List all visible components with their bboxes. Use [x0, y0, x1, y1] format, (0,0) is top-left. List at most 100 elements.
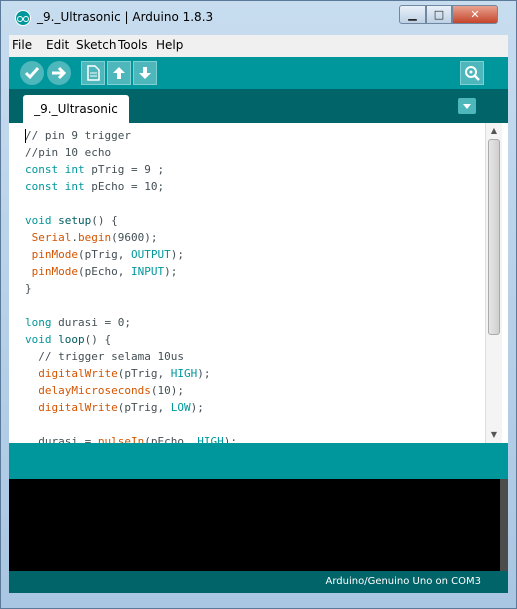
verify-button[interactable] — [20, 61, 44, 85]
code-line: Serial.begin(9600); — [25, 229, 237, 246]
new-sketch-button[interactable] — [81, 61, 105, 85]
arrow-up-icon — [113, 67, 125, 79]
scroll-down-arrow-icon[interactable]: ▼ — [489, 429, 499, 441]
code-token: //pin 10 echo — [25, 146, 112, 159]
code-line: // pin 9 trigger — [25, 127, 237, 144]
code-line: //pin 10 echo — [25, 144, 237, 161]
code-token: long — [25, 316, 52, 329]
arduino-window: _9._Ultrasonic | Arduino 1.8.3 ▁ □ ✕ Fil… — [0, 0, 517, 609]
code-line: digitalWrite(pTrig, HIGH); — [25, 365, 237, 382]
code-line: long durasi = 0; — [25, 314, 237, 331]
code-token: HIGH — [170, 367, 198, 380]
code-token: int — [64, 163, 85, 176]
toolbar — [9, 57, 508, 89]
code-token: setup — [58, 214, 92, 227]
code-line: void loop() { — [25, 331, 237, 348]
vertical-scrollbar[interactable]: ▲ ▼ — [485, 123, 502, 443]
save-sketch-button[interactable] — [133, 61, 157, 85]
menu-help[interactable]: Help — [156, 38, 183, 52]
close-button[interactable]: ✕ — [452, 5, 498, 24]
chevron-down-icon — [463, 104, 471, 109]
window-title: _9._Ultrasonic | Arduino 1.8.3 — [37, 10, 214, 24]
status-strip — [9, 443, 508, 479]
menu-bar: File Edit Sketch Tools Help — [9, 35, 508, 57]
code-token: Serial — [31, 231, 72, 244]
tab-sketch[interactable]: _9._Ultrasonic — [23, 95, 129, 123]
serial-monitor-button[interactable] — [460, 61, 484, 85]
title-bar[interactable]: _9._Ultrasonic | Arduino 1.8.3 ▁ □ ✕ — [1, 1, 516, 35]
code-token: (pEcho, — [77, 265, 131, 278]
code-token: const — [25, 180, 59, 193]
arduino-logo-icon — [15, 10, 31, 26]
code-line: pinMode(pEcho, INPUT); — [25, 263, 237, 280]
arrow-down-icon — [139, 67, 151, 79]
new-file-icon — [87, 65, 100, 81]
code-token: // pin 9 trigger — [25, 129, 131, 142]
code-token: void — [25, 214, 52, 227]
code-line: const int pEcho = 10; — [25, 178, 237, 195]
menu-file[interactable]: File — [12, 38, 32, 52]
code-token: durasi = 0; — [51, 316, 131, 329]
arrow-right-icon — [52, 66, 67, 80]
code-token: begin — [78, 231, 112, 244]
code-token: HIGH — [197, 435, 224, 443]
status-footer: Arduino/Genuino Uno on COM3 — [9, 571, 508, 593]
menu-tools[interactable]: Tools — [118, 38, 148, 52]
code-token: ); — [164, 265, 178, 278]
tab-menu-button[interactable] — [458, 98, 476, 114]
console-scroll-edge — [500, 479, 508, 571]
upload-button[interactable] — [47, 61, 71, 85]
code-token: delayMicroseconds — [38, 384, 151, 397]
code-line: digitalWrite(pTrig, LOW); — [25, 399, 237, 416]
checkmark-icon — [24, 67, 40, 80]
code-token: (pTrig, — [117, 401, 171, 414]
code-token: pulseIn — [97, 435, 145, 443]
code-editor[interactable]: // pin 9 trigger //pin 10 echo const int p… — [9, 123, 508, 443]
code-token: digitalWrite — [38, 367, 118, 380]
console-output[interactable] — [9, 479, 500, 571]
code-token: LOW — [170, 401, 191, 414]
code-text[interactable]: // pin 9 trigger //pin 10 echo const int p… — [25, 127, 237, 443]
code-token: (9600); — [111, 231, 158, 244]
code-token: durasi = — [25, 435, 98, 443]
board-port-label: Arduino/Genuino Uno on COM3 — [325, 576, 482, 587]
code-line: void setup() { — [25, 212, 237, 229]
editor-gutter — [9, 123, 23, 443]
code-token: int — [64, 180, 85, 193]
scrollbar-thumb[interactable] — [488, 139, 500, 335]
code-token: (pEcho, — [144, 435, 198, 443]
maximize-button[interactable]: □ — [426, 5, 452, 24]
code-token: () { — [91, 214, 118, 227]
menu-sketch[interactable]: Sketch — [76, 38, 116, 52]
menu-edit[interactable]: Edit — [46, 38, 69, 52]
code-line: // trigger selama 10us — [25, 348, 237, 365]
code-token: digitalWrite — [38, 401, 118, 414]
code-token: () { — [84, 333, 112, 346]
code-token: ); — [197, 367, 211, 380]
code-token: (10); — [150, 384, 184, 397]
scroll-up-arrow-icon[interactable]: ▲ — [489, 125, 499, 137]
code-token: // trigger selama 10us — [25, 350, 184, 363]
minimize-button[interactable]: ▁ — [399, 5, 426, 24]
magnifier-icon — [465, 66, 480, 81]
code-token: void — [25, 333, 52, 346]
code-line: const int pTrig = 9 ; — [25, 161, 237, 178]
code-token: INPUT — [130, 265, 165, 278]
code-token: pTrig = 9 ; — [84, 163, 165, 176]
text-cursor — [25, 129, 26, 143]
code-token: (pTrig, — [77, 248, 131, 261]
open-sketch-button[interactable] — [107, 61, 131, 85]
code-token: } — [25, 282, 32, 295]
code-token: loop — [58, 333, 85, 346]
code-line: durasi = pulseIn(pEcho, HIGH); — [25, 433, 237, 443]
code-token: pEcho = 10; — [84, 180, 165, 193]
